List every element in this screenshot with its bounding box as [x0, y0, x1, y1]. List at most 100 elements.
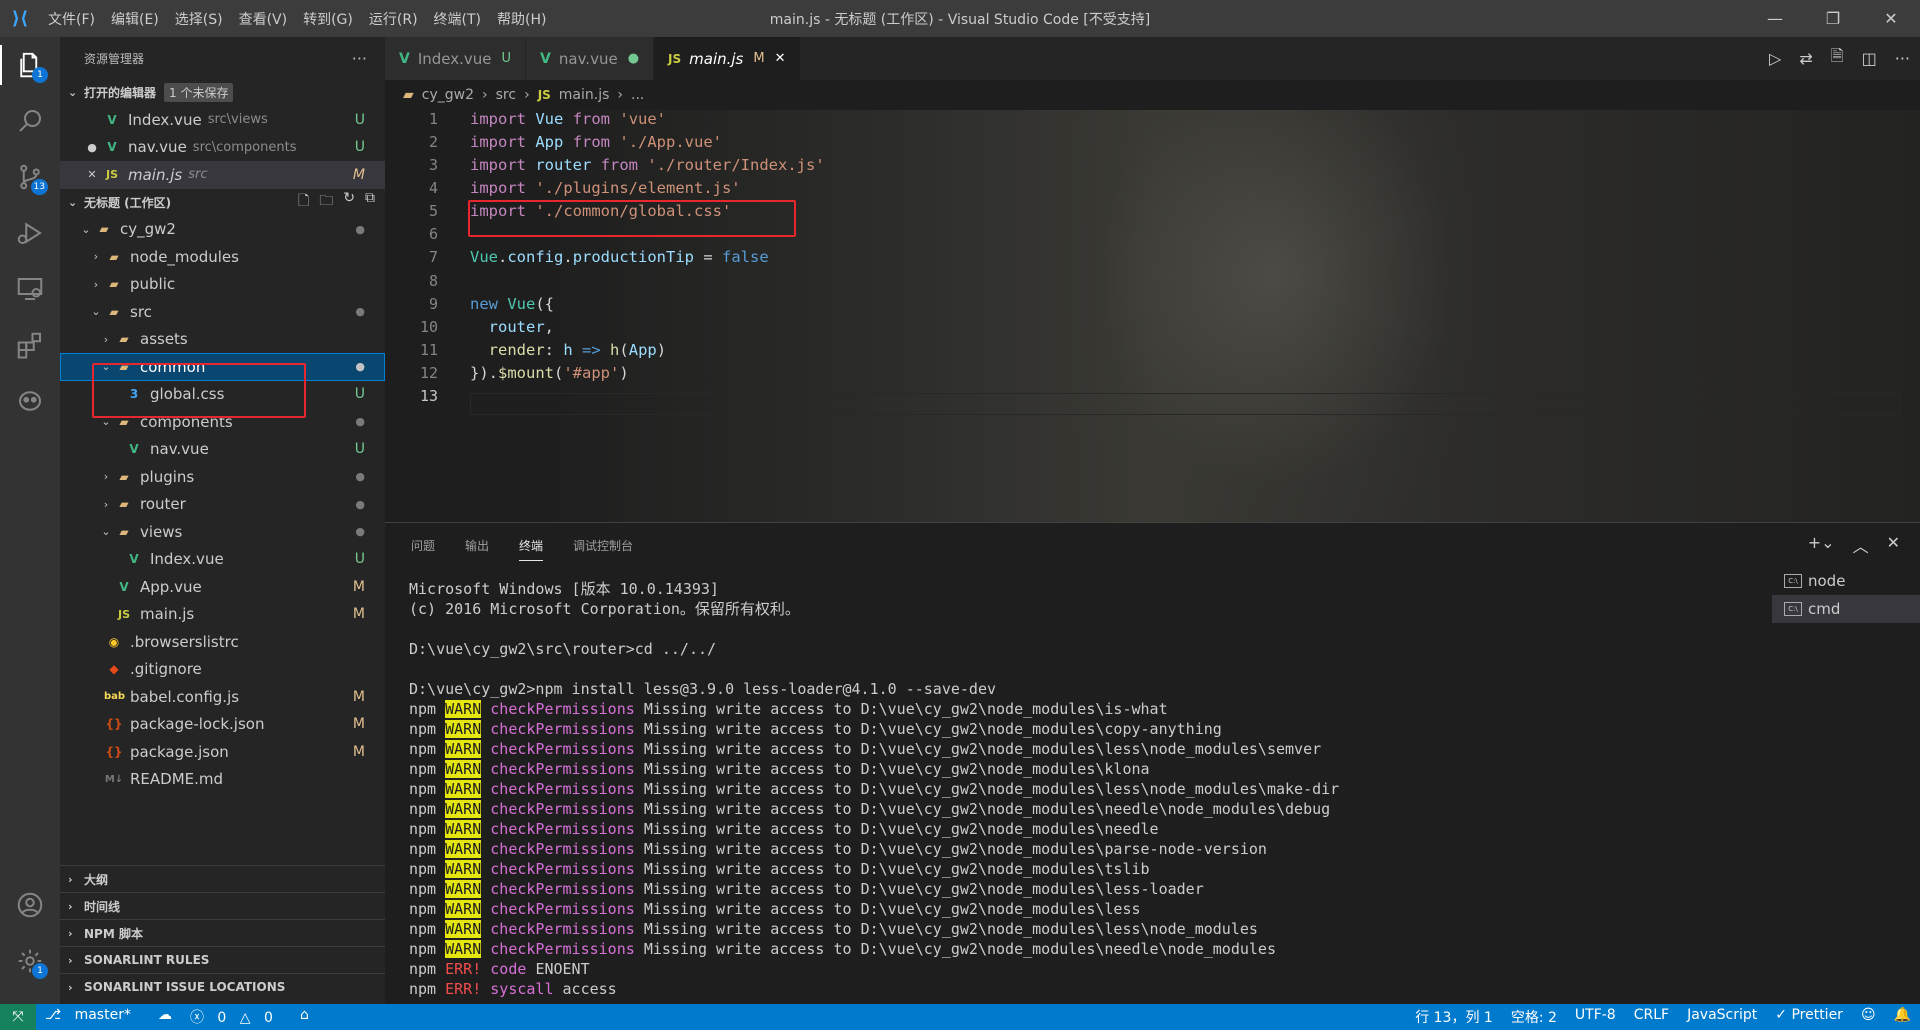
search-icon[interactable] [0, 93, 60, 149]
terminal-output[interactable]: Microsoft Windows [版本 10.0.14393] (c) 201… [409, 579, 1339, 999]
tab-index-vue[interactable]: V Index.vue U [385, 37, 527, 80]
menu-run[interactable]: 运行(R) [361, 9, 426, 29]
tree-item-gitignore[interactable]: ◆ .gitignore [60, 656, 385, 684]
new-file-icon[interactable]: 🗋 [298, 190, 309, 214]
outline-section[interactable]: › 大纲 [60, 865, 385, 892]
run-debug-icon[interactable] [0, 205, 60, 261]
run-file-icon[interactable]: ▷ [1769, 49, 1781, 68]
branch-status[interactable]: ⎇ master* [45, 1007, 140, 1027]
timeline-section[interactable]: › 时间线 [60, 892, 385, 919]
tab-terminal[interactable]: 终端 [519, 537, 544, 561]
close-window-icon[interactable]: ✕ [1862, 0, 1920, 37]
tab-output[interactable]: 输出 [465, 537, 489, 554]
close-tab-icon[interactable]: ✕ [775, 51, 786, 66]
tree-item-index-vue[interactable]: V Index.vue U [60, 546, 385, 574]
npm-scripts-section[interactable]: › NPM 脚本 [60, 919, 385, 946]
git-status: M [352, 716, 365, 733]
language-mode[interactable]: JavaScript [1687, 1007, 1757, 1027]
close-icon[interactable]: ✕ [82, 168, 102, 181]
breadcrumb-item[interactable]: src [496, 87, 516, 103]
tab-main-js[interactable]: JS main.js M ✕ [654, 37, 801, 80]
tree-item-app-vue[interactable]: V App.vue M [60, 573, 385, 601]
menu-file[interactable]: 文件(F) [40, 9, 103, 29]
open-editor-item[interactable]: V Index.vue src\views U [60, 106, 385, 134]
sonarlint-issues-section[interactable]: › SONARLINT ISSUE LOCATIONS [60, 973, 385, 1000]
tree-item-node-modules[interactable]: › ▰ node_modules [60, 243, 385, 271]
account-icon[interactable] [0, 877, 60, 933]
tree-item-assets[interactable]: › ▰ assets [60, 326, 385, 354]
tree-item-cy-gw2[interactable]: ⌄ ▰ cy_gw2 ● [60, 216, 385, 244]
more-actions-icon[interactable]: ··· [352, 49, 367, 68]
more-actions-icon[interactable]: ··· [1895, 49, 1910, 68]
warn-message: Missing write access to [643, 880, 852, 898]
problems-status[interactable]: ⓧ 0 △ 0 [190, 1007, 282, 1027]
breadcrumb-item[interactable]: cy_gw2 [422, 87, 474, 103]
feedback-icon[interactable]: ☺ [1861, 1007, 1876, 1027]
tree-item-src[interactable]: ⌄ ▰ src ● [60, 298, 385, 326]
tree-item-babel-config-js[interactable]: bab babel.config.js M [60, 683, 385, 711]
tree-item-browserslistrc[interactable]: ◉ .browserslistrc [60, 628, 385, 656]
tree-item-public[interactable]: › ▰ public [60, 271, 385, 299]
remote-explorer-icon[interactable] [0, 261, 60, 317]
tree-item-views[interactable]: ⌄ ▰ views ● [60, 518, 385, 546]
extensions-icon[interactable] [0, 317, 60, 373]
tree-item-package-json[interactable]: {} package.json M [60, 738, 385, 766]
tree-item-main-js[interactable]: JS main.js M [60, 601, 385, 629]
unsaved-dot-icon[interactable]: ● [82, 141, 102, 154]
terminal-item-cmd[interactable]: C:\ cmd [1772, 595, 1920, 623]
terminal-item-node[interactable]: C:\ node [1772, 567, 1920, 595]
notifications-icon[interactable]: 🔔 [1894, 1007, 1911, 1027]
compare-changes-icon[interactable]: ⇄ [1799, 49, 1812, 68]
cursor-position[interactable]: 行 13，列 1 [1415, 1007, 1493, 1027]
tree-item-router[interactable]: › ▰ router ● [60, 491, 385, 519]
tree-item-package-lock-json[interactable]: {} package-lock.json M [60, 711, 385, 739]
source-control-icon[interactable]: 13 [0, 149, 60, 205]
maximize-panel-icon[interactable]: ︿ [1853, 533, 1869, 557]
menu-go[interactable]: 转到(G) [295, 9, 361, 29]
menu-selection[interactable]: 选择(S) [167, 9, 231, 29]
minimize-icon[interactable]: — [1746, 0, 1804, 37]
menu-help[interactable]: 帮助(H) [489, 9, 554, 29]
git-status: M [352, 578, 365, 595]
tab-nav-vue[interactable]: V nav.vue ● [526, 37, 655, 80]
npm-prefix: npm [409, 780, 446, 798]
refresh-icon[interactable]: ↻ [343, 190, 355, 214]
indentation[interactable]: 空格: 2 [1511, 1007, 1557, 1027]
workspace-header[interactable]: ⌄ 无标题 (工作区) 🗋 🗀 ↻ ⧉ [60, 189, 385, 216]
menu-view[interactable]: 查看(V) [231, 9, 296, 29]
prettier-status[interactable]: ✓ Prettier [1775, 1007, 1843, 1027]
restore-icon[interactable]: ❐ [1804, 0, 1862, 37]
open-changes-icon[interactable]: 🗎 [1831, 45, 1844, 72]
new-terminal-icon[interactable]: +⌄ [1808, 533, 1835, 557]
open-editors-header[interactable]: ⌄ 打开的编辑器 1 个未保存 [60, 79, 385, 106]
menu-terminal[interactable]: 终端(T) [426, 9, 489, 29]
alien-extension-icon[interactable] [0, 373, 60, 429]
remote-icon[interactable]: ⤧ [0, 1004, 36, 1030]
tree-item-readme-md[interactable]: M↓ README.md [60, 766, 385, 794]
new-folder-icon[interactable]: 🗀 [319, 190, 333, 214]
sonarlint-rules-section[interactable]: › SONARLINT RULES [60, 946, 385, 973]
home-icon[interactable]: ⌂ [300, 1007, 309, 1027]
split-editor-icon[interactable]: ◫ [1862, 49, 1877, 68]
breadcrumb-item[interactable]: ... [631, 87, 644, 103]
sync-icon[interactable]: ☁ [158, 1007, 172, 1027]
line-ending[interactable]: CRLF [1634, 1007, 1669, 1027]
tree-item-plugins[interactable]: › ▰ plugins ● [60, 463, 385, 491]
tab-problems[interactable]: 问题 [411, 537, 435, 554]
explorer-icon[interactable]: 1 [0, 37, 60, 93]
open-editor-item[interactable]: ● Vnav.vue src\components U [60, 134, 385, 162]
tab-debug-console[interactable]: 调试控制台 [573, 537, 633, 554]
open-editor-item[interactable]: ✕ JS main.js src M [60, 161, 385, 189]
line-number: 1 [428, 110, 438, 128]
code-editor[interactable]: 1 2 3 4 5 6 7 8 9 10 11 12 13 import Vue from 'vue' … [385, 110, 1920, 522]
breadcrumb-item[interactable]: main.js [559, 87, 610, 103]
tree-item-nav-vue[interactable]: Vnav.vue U [60, 436, 385, 464]
encoding[interactable]: UTF-8 [1575, 1007, 1616, 1027]
menu-edit[interactable]: 编辑(E) [103, 9, 167, 29]
collapse-all-icon[interactable]: ⧉ [365, 190, 375, 214]
settings-gear-icon[interactable]: 1 [0, 933, 60, 989]
close-panel-icon[interactable]: ✕ [1887, 533, 1900, 557]
